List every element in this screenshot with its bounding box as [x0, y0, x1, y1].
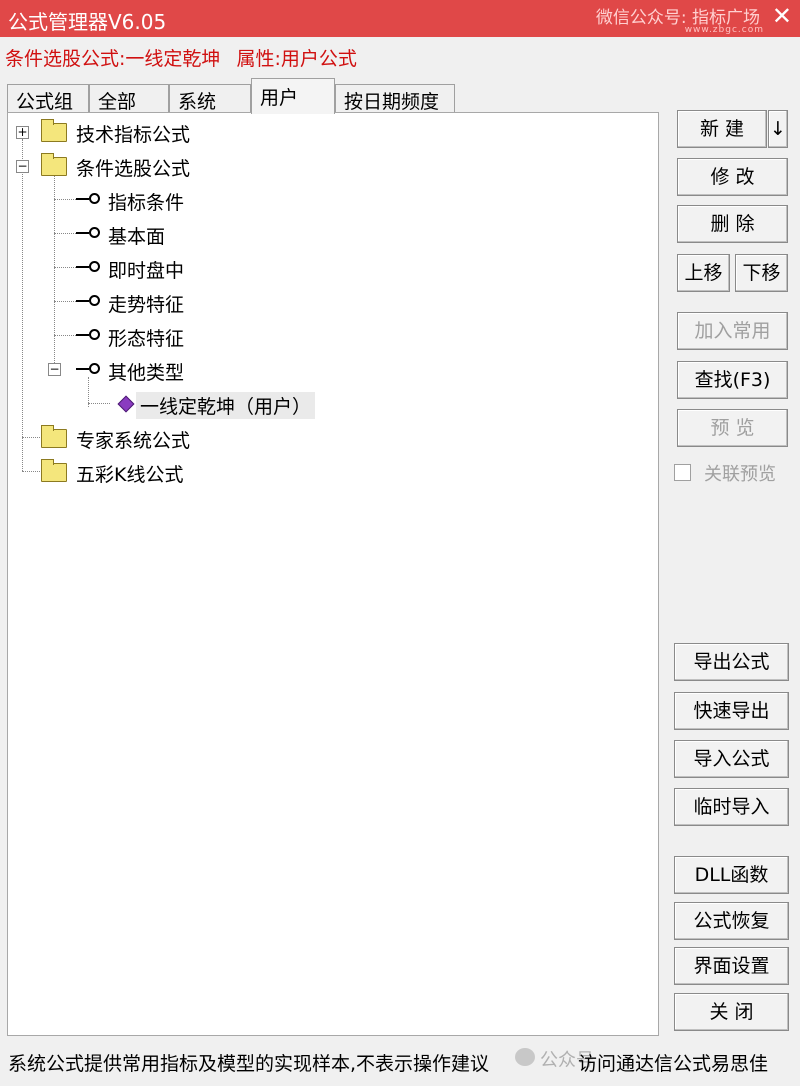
dll-functions-button[interactable]: DLL函数: [674, 856, 789, 894]
find-button[interactable]: 查找(F3): [677, 361, 788, 399]
collapse-icon[interactable]: −: [16, 160, 29, 173]
linked-preview-checkbox[interactable]: [674, 464, 691, 481]
folder-icon: [41, 153, 67, 176]
folder-icon: [41, 425, 67, 448]
tree-line: [54, 267, 78, 268]
move-up-button[interactable]: 上移: [677, 254, 730, 292]
key-icon: [76, 295, 100, 307]
formula-restore-button[interactable]: 公式恢复: [674, 902, 789, 940]
tab-user[interactable]: 用户: [251, 78, 335, 114]
status-message: 系统公式提供常用指标及模型的实现样本,不表示操作建议: [8, 1053, 490, 1075]
folder-icon: [41, 119, 67, 142]
tree-line: [54, 199, 78, 200]
tree-line: [22, 437, 40, 438]
tree-node-trend[interactable]: 走势特征: [108, 290, 184, 317]
tree-line: [54, 173, 55, 369]
linked-preview-label: 关联预览: [704, 464, 776, 485]
tree-node-pattern[interactable]: 形态特征: [108, 324, 184, 351]
tree-line: [54, 233, 78, 234]
export-formula-button[interactable]: 导出公式: [674, 643, 789, 681]
formula-tree[interactable]: + 技术指标公式 − 条件选股公式 指标条件 基本面 即时盘中 走势特征 形态特…: [7, 112, 659, 1036]
property-label: 属性:用户公式: [236, 48, 357, 70]
tree-line: [88, 403, 110, 404]
selection-info: 条件选股公式:一线定乾坤 属性:用户公式: [5, 44, 357, 71]
ui-settings-button[interactable]: 界面设置: [674, 947, 789, 985]
tree-node-tech-indicators[interactable]: 技术指标公式: [76, 120, 190, 147]
new-button[interactable]: 新 建: [677, 110, 767, 148]
tree-line: [22, 471, 40, 472]
watermark-icon: [515, 1048, 535, 1066]
selection-label: 条件选股公式:一线定乾坤: [5, 48, 221, 70]
close-button[interactable]: 关 闭: [674, 993, 789, 1031]
import-formula-button[interactable]: 导入公式: [674, 740, 789, 778]
tree-line: [54, 301, 78, 302]
key-icon: [76, 227, 100, 239]
tab-all[interactable]: 全部: [89, 84, 169, 114]
new-dropdown-button[interactable]: ↓: [768, 110, 788, 148]
expand-icon[interactable]: +: [16, 126, 29, 139]
folder-icon: [41, 459, 67, 482]
close-window-icon[interactable]: ✕: [772, 2, 792, 30]
tree-node-other-types[interactable]: 其他类型: [108, 358, 184, 385]
window-title: 公式管理器V6.05: [8, 10, 167, 34]
gem-icon: [117, 395, 135, 413]
add-to-common-button[interactable]: 加入常用: [677, 312, 788, 350]
tree-node-formula-selected[interactable]: 一线定乾坤（用户）: [136, 392, 316, 419]
tree-node-condition-selection[interactable]: 条件选股公式: [76, 154, 190, 181]
collapse-icon[interactable]: −: [48, 363, 61, 376]
quick-export-button[interactable]: 快速导出: [674, 692, 789, 730]
key-icon: [76, 261, 100, 273]
key-icon: [76, 193, 100, 205]
temp-import-button[interactable]: 临时导入: [674, 788, 789, 826]
status-link: 访问通达信公式易思佳: [578, 1053, 769, 1075]
tree-line: [22, 139, 23, 471]
key-icon: [76, 329, 100, 341]
move-down-button[interactable]: 下移: [735, 254, 788, 292]
tree-node-expert-system[interactable]: 专家系统公式: [76, 426, 190, 453]
preview-button[interactable]: 预 览: [677, 409, 788, 447]
title-bar: 公式管理器V6.05 微信公众号: 指标广场 www.zbgc.com ✕: [0, 0, 800, 37]
tree-node-color-kline[interactable]: 五彩K线公式: [76, 460, 183, 487]
key-icon: [76, 363, 100, 375]
tree-line: [54, 335, 78, 336]
delete-button[interactable]: 删 除: [677, 205, 788, 243]
tree-node-indicator-condition[interactable]: 指标条件: [108, 188, 184, 215]
tree-node-fundamentals[interactable]: 基本面: [108, 222, 165, 249]
modify-button[interactable]: 修 改: [677, 158, 788, 196]
tab-by-date-frequency[interactable]: 按日期频度: [335, 84, 455, 114]
watermark-url: www.zbgc.com: [684, 25, 764, 35]
tab-system[interactable]: 系统: [169, 84, 251, 114]
status-bar: 系统公式提供常用指标及模型的实现样本,不表示操作建议 公众号 访问通达信公式易思…: [0, 1040, 800, 1086]
tab-formula-group[interactable]: 公式组: [7, 84, 89, 114]
tree-node-intraday[interactable]: 即时盘中: [108, 256, 184, 283]
